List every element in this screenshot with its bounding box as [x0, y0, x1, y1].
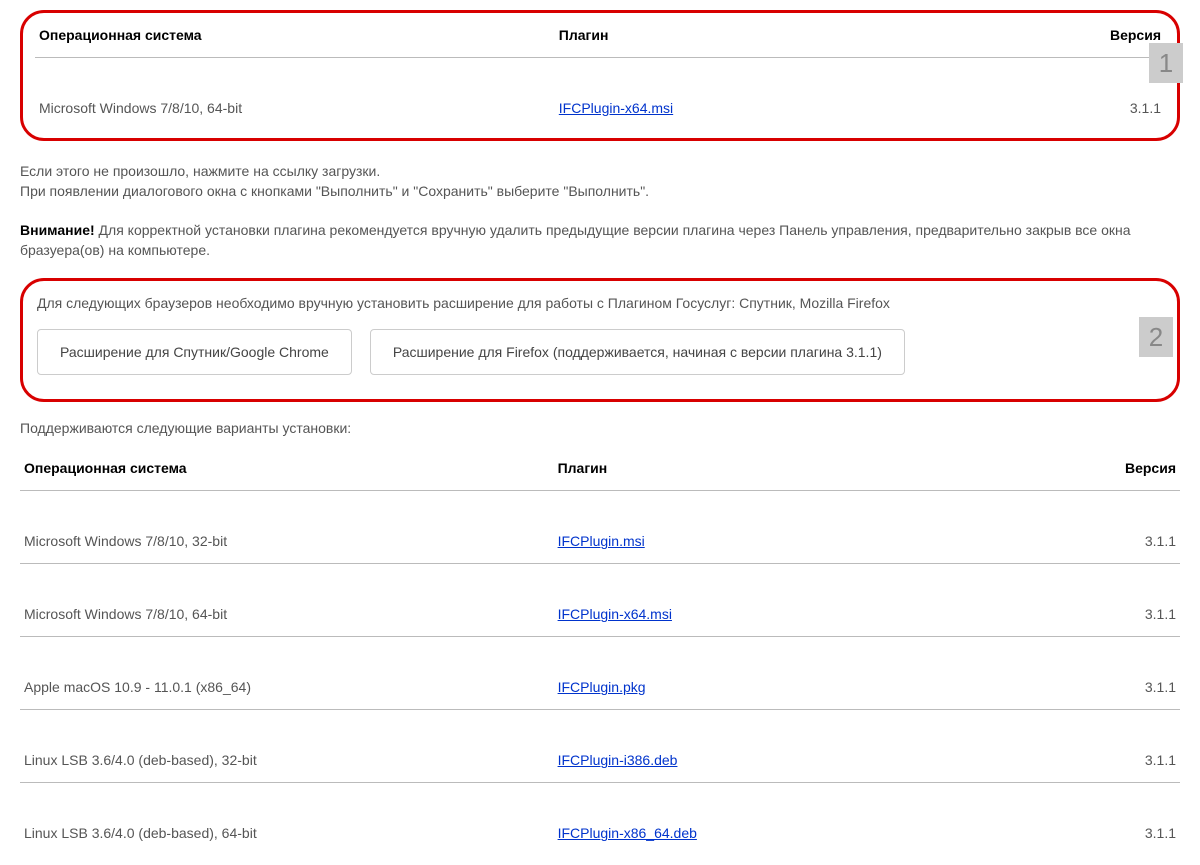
header-plugin: Плагин [555, 21, 1007, 58]
cell-plugin: IFCPlugin-i386.deb [554, 738, 1018, 783]
cell-os: Linux LSB 3.6/4.0 (deb-based), 64-bit [20, 811, 554, 855]
table-header-row: Операционная система Плагин Версия [20, 454, 1180, 491]
header-version: Версия [1018, 454, 1180, 491]
warning-label: Внимание! [20, 222, 95, 238]
cell-os: Microsoft Windows 7/8/10, 32-bit [20, 519, 554, 564]
header-os: Операционная система [35, 21, 555, 58]
cell-plugin: IFCPlugin.msi [554, 519, 1018, 564]
cell-plugin: IFCPlugin-x86_64.deb [554, 811, 1018, 855]
annotation-marker-1: 1 [1149, 43, 1183, 83]
plugin-download-link[interactable]: IFCPlugin-x86_64.deb [558, 825, 697, 841]
cell-plugin: IFCPlugin-x64.msi [555, 86, 1007, 130]
chrome-extension-button[interactable]: Расширение для Спутник/Google Chrome [37, 329, 352, 375]
table-row: Microsoft Windows 7/8/10, 32-bit IFCPlug… [20, 519, 1180, 564]
plugin-download-link[interactable]: IFCPlugin-x64.msi [559, 100, 673, 116]
annotation-marker-2: 2 [1139, 317, 1173, 357]
table-row: Linux LSB 3.6/4.0 (deb-based), 32-bit IF… [20, 738, 1180, 783]
cell-os: Linux LSB 3.6/4.0 (deb-based), 32-bit [20, 738, 554, 783]
extension-buttons-row: Расширение для Спутник/Google Chrome Рас… [37, 329, 1163, 375]
cell-version: 3.1.1 [1018, 811, 1180, 855]
supported-variants-heading: Поддерживаются следующие варианты устано… [20, 420, 1180, 436]
warning-block: Внимание! Для корректной установки плаги… [20, 220, 1180, 261]
extension-intro-text: Для следующих браузеров необходимо вручн… [37, 293, 1163, 313]
plugin-download-link[interactable]: IFCPlugin.pkg [558, 679, 646, 695]
plugin-download-link[interactable]: IFCPlugin-x64.msi [558, 606, 672, 622]
table-row: Apple macOS 10.9 - 11.0.1 (x86_64) IFCPl… [20, 665, 1180, 710]
plugin-download-link[interactable]: IFCPlugin-i386.deb [558, 752, 678, 768]
cell-os: Microsoft Windows 7/8/10, 64-bit [20, 592, 554, 637]
cell-os: Microsoft Windows 7/8/10, 64-bit [35, 86, 555, 130]
cell-version: 3.1.1 [1018, 665, 1180, 710]
cell-version: 3.1.1 [1018, 592, 1180, 637]
highlighted-section-1: 1 Операционная система Плагин Версия Mic… [20, 10, 1180, 141]
table-row: Linux LSB 3.6/4.0 (deb-based), 64-bit IF… [20, 811, 1180, 855]
cell-plugin: IFCPlugin.pkg [554, 665, 1018, 710]
cell-plugin: IFCPlugin-x64.msi [554, 592, 1018, 637]
cell-os: Apple macOS 10.9 - 11.0.1 (x86_64) [20, 665, 554, 710]
firefox-extension-button[interactable]: Расширение для Firefox (поддерживается, … [370, 329, 905, 375]
table-row: Microsoft Windows 7/8/10, 64-bit IFCPlug… [35, 86, 1165, 130]
table-header-row: Операционная система Плагин Версия [35, 21, 1165, 58]
instruction-block: Если этого не произошло, нажмите на ссыл… [20, 161, 1180, 202]
header-os: Операционная система [20, 454, 554, 491]
plugin-table-2: Операционная система Плагин Версия Micro… [20, 454, 1180, 855]
header-plugin: Плагин [554, 454, 1018, 491]
plugin-download-link[interactable]: IFCPlugin.msi [558, 533, 645, 549]
warning-text: Для корректной установки плагина рекомен… [20, 222, 1131, 258]
cell-version: 3.1.1 [1007, 86, 1165, 130]
header-version: Версия [1007, 21, 1165, 58]
cell-version: 3.1.1 [1018, 519, 1180, 564]
instruction-line-1: Если этого не произошло, нажмите на ссыл… [20, 161, 1180, 181]
plugin-table-1: Операционная система Плагин Версия Micro… [35, 21, 1165, 130]
cell-version: 3.1.1 [1018, 738, 1180, 783]
highlighted-section-2: 2 Для следующих браузеров необходимо вру… [20, 278, 1180, 402]
instruction-line-2: При появлении диалогового окна с кнопкам… [20, 181, 1180, 201]
table-row: Microsoft Windows 7/8/10, 64-bit IFCPlug… [20, 592, 1180, 637]
